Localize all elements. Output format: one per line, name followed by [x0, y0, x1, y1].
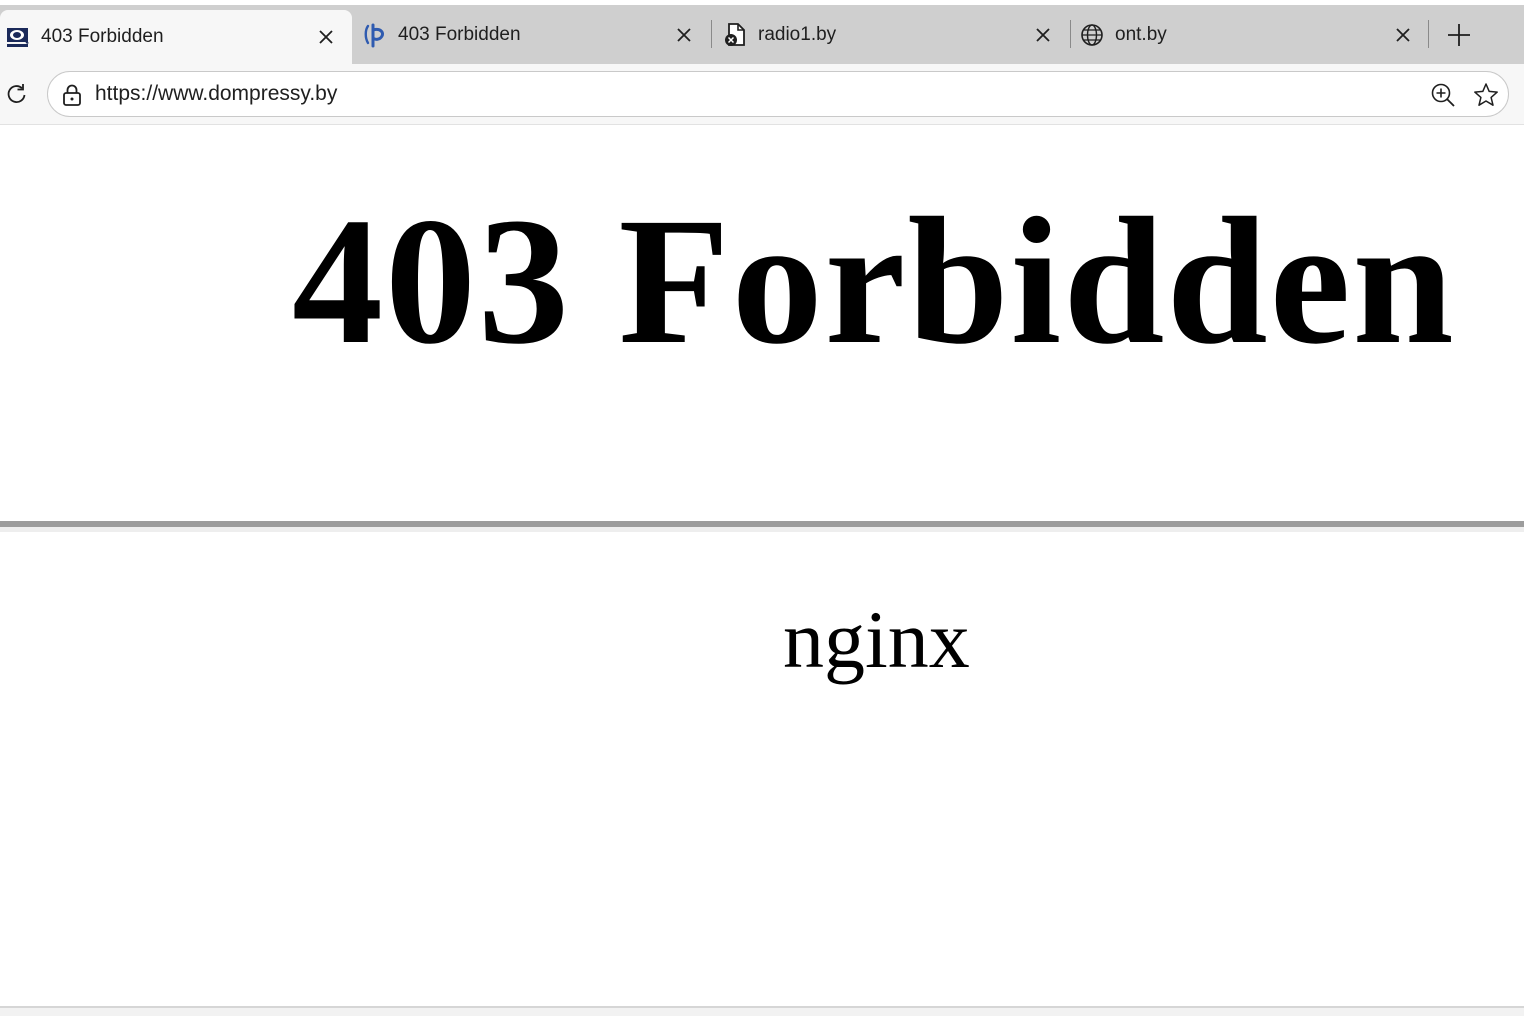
error-document-icon: [722, 22, 748, 48]
window-bottom-edge: [0, 1006, 1524, 1016]
lock-icon[interactable]: [61, 84, 83, 106]
tab-strip: 403 Forbidden 403 Forbidden radio1.by on…: [0, 0, 1524, 64]
plus-icon: [1448, 24, 1470, 46]
dompressy-logo-icon: [5, 24, 31, 50]
navigation-toolbar: [0, 64, 1524, 125]
tab-title: ont.by: [1115, 24, 1167, 45]
reload-button[interactable]: [4, 81, 30, 107]
page-content: 403 Forbidden nginx: [0, 125, 1524, 1016]
horizontal-rule: [0, 521, 1524, 532]
tab-separator: [1428, 20, 1429, 48]
tab-separator: [711, 20, 712, 48]
tab-dompressy[interactable]: 403 Forbidden: [0, 10, 352, 64]
browser-window: 403 Forbidden 403 Forbidden radio1.by on…: [0, 0, 1524, 1016]
tab-ont[interactable]: ont.by: [1079, 10, 1421, 60]
blue-p-logo-icon: [362, 22, 388, 48]
server-name: nginx: [783, 594, 970, 685]
close-tab-icon[interactable]: [314, 25, 338, 49]
url-input[interactable]: [95, 72, 1395, 116]
close-tab-icon[interactable]: [1031, 23, 1055, 47]
page-heading: 403 Forbidden: [292, 181, 1456, 382]
reload-icon: [7, 84, 26, 103]
tab-separator: [1070, 20, 1071, 48]
window-top-edge: [0, 0, 1524, 5]
new-tab-button[interactable]: [1440, 18, 1478, 52]
address-bar[interactable]: [47, 71, 1509, 117]
tab-403-forbidden[interactable]: 403 Forbidden: [360, 10, 704, 60]
tab-title: 403 Forbidden: [398, 24, 521, 45]
close-tab-icon[interactable]: [672, 23, 696, 47]
favorite-star-icon[interactable]: [1473, 82, 1499, 108]
close-tab-icon[interactable]: [1391, 23, 1415, 47]
tab-title: radio1.by: [758, 24, 837, 45]
tab-radio1[interactable]: radio1.by: [720, 10, 1063, 60]
globe-icon: [1079, 22, 1105, 48]
zoom-in-icon[interactable]: [1430, 82, 1456, 108]
tab-title: 403 Forbidden: [41, 26, 164, 47]
